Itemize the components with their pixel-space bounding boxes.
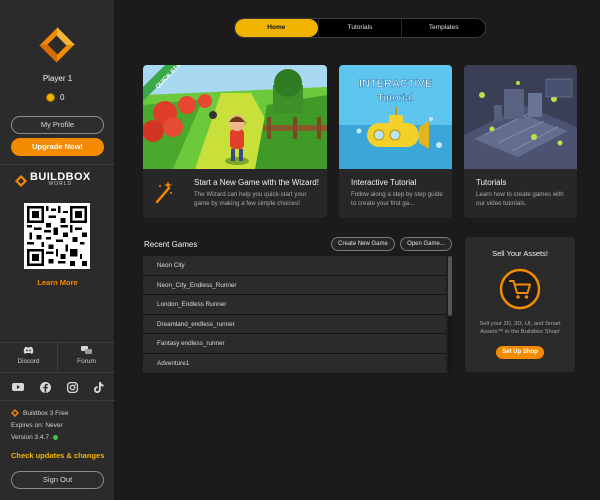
set-up-shop-button[interactable]: Set Up Shop: [496, 346, 544, 359]
discord-link[interactable]: Discord: [0, 343, 57, 371]
check-updates-link[interactable]: Check updates & changes: [11, 451, 104, 460]
list-item[interactable]: Adventure1: [143, 353, 446, 374]
forum-label: Forum: [77, 358, 96, 365]
tutorials-card-title: Tutorials: [476, 178, 507, 187]
divider: [0, 372, 115, 373]
tab-home[interactable]: Home: [235, 19, 318, 37]
tutorial-image-text: Tutorial: [378, 93, 414, 104]
recent-games-title: Recent Games: [144, 240, 198, 249]
sell-assets-panel: Sell Your Assets! Sell your 2D, 3D, UI, …: [465, 237, 575, 372]
buildbox-world-icon: [15, 175, 27, 187]
interactive-tutorial-image: INTERACTIVE Tutorial: [339, 65, 452, 169]
interactive-tutorial-desc: Follow along a step by step guide to cre…: [351, 191, 443, 207]
tab-templates[interactable]: Templates: [401, 19, 485, 37]
status-dot-icon: [52, 435, 58, 440]
coin-icon: [46, 93, 55, 102]
plan-name: Buildbox 3 Free: [23, 409, 69, 417]
tutorials-card-desc: Learn how to create games with our video…: [476, 191, 564, 207]
tab-tutorials[interactable]: Tutorials: [317, 19, 402, 37]
plan-info: Buildbox 3 Free: [11, 409, 69, 417]
list-item[interactable]: London_Endless Runner: [143, 295, 446, 315]
learn-more-link[interactable]: Learn More: [0, 278, 115, 287]
divider: [0, 164, 115, 165]
tiktok-icon[interactable]: [94, 382, 104, 393]
create-new-game-button[interactable]: Create New Game: [331, 237, 395, 251]
sidebar: Player 1 0 My Profile Upgrade Now! BUILD…: [0, 0, 115, 500]
coin-balance: 0: [46, 93, 64, 102]
list-item[interactable]: Dreamland_endless_runner: [143, 314, 446, 335]
wizard-card[interactable]: QUICK START! Start a New Game with the W…: [143, 65, 327, 218]
top-tabs: Home Tutorials Templates: [234, 18, 486, 38]
magic-wand-icon: [155, 181, 172, 204]
list-item[interactable]: Neon City: [143, 256, 446, 276]
interactive-tutorial-card[interactable]: INTERACTIVE Tutorial Interactive Tutoria…: [339, 65, 452, 218]
sign-out-button[interactable]: Sign Out: [11, 471, 104, 489]
sell-assets-title: Sell Your Assets!: [492, 249, 548, 258]
recent-games-scrollbar[interactable]: [448, 256, 452, 374]
forum-link[interactable]: Forum: [57, 343, 115, 371]
my-profile-button[interactable]: My Profile: [11, 116, 104, 134]
social-icons: [12, 382, 104, 393]
buildbox-logo-icon: [39, 27, 75, 63]
qr-code-icon: [24, 203, 90, 269]
tutorials-image: [464, 65, 577, 169]
buildbox-world-title: BUILDBOX: [30, 171, 91, 183]
wizard-card-title: Start a New Game with the Wizard!: [194, 178, 319, 187]
facebook-icon[interactable]: [40, 382, 51, 393]
version-text: Version 3.4.7: [11, 434, 49, 441]
list-item[interactable]: Neon_City_Endless_Runner: [143, 275, 446, 296]
wizard-card-desc: The Wizard can help you quick-start your…: [194, 191, 307, 207]
interactive-tutorial-title: Interactive Tutorial: [351, 178, 417, 187]
recent-games-list: Neon City Neon_City_Endless_Runner Londo…: [143, 256, 452, 374]
player-name: Player 1: [42, 74, 73, 83]
upgrade-button[interactable]: Upgrade Now!: [11, 138, 104, 156]
scrollbar-thumb[interactable]: [448, 256, 452, 316]
tutorials-card[interactable]: Tutorials Learn how to create games with…: [464, 65, 577, 218]
sell-assets-desc: Sell your 2D, 3D, UI, and Smart Assets™ …: [479, 321, 561, 335]
expires-text: Expires on: Never: [11, 422, 63, 429]
version-info: Version 3.4.7: [11, 434, 58, 441]
discord-icon: [23, 346, 34, 354]
open-game-button[interactable]: Open Game...: [400, 237, 452, 251]
divider: [0, 400, 115, 401]
forum-icon: [81, 346, 92, 354]
buildbox-small-icon: [11, 409, 19, 417]
youtube-icon[interactable]: [12, 382, 24, 392]
community-links: Discord Forum: [0, 343, 115, 371]
buildbox-world-logo[interactable]: BUILDBOX WORLD: [15, 171, 91, 188]
list-item[interactable]: Fantasy endless_runner: [143, 334, 446, 354]
shopping-cart-icon: [499, 268, 541, 310]
wizard-game-image: QUICK START!: [143, 65, 327, 169]
coin-count: 0: [60, 93, 65, 102]
instagram-icon[interactable]: [67, 382, 78, 393]
discord-label: Discord: [17, 358, 40, 365]
interactive-image-text: INTERACTIVE: [359, 78, 432, 90]
